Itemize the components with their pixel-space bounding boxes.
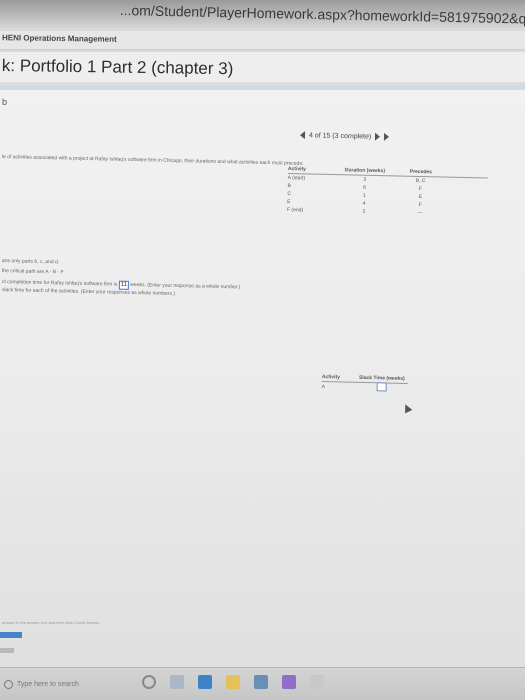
task-view-icon[interactable] xyxy=(170,675,184,689)
activity-cell: C xyxy=(287,190,292,198)
precedes-cell: F xyxy=(418,185,423,193)
header-activity: Activity xyxy=(321,373,341,380)
screen: ...om/Student/PlayerHomework.aspx?homewo… xyxy=(0,0,525,700)
header-precedes: Precedes xyxy=(409,168,433,176)
store-icon[interactable] xyxy=(254,675,268,689)
url-text[interactable]: ...om/Student/PlayerHomework.aspx?homewo… xyxy=(120,2,525,28)
question-dropdown-icon[interactable] xyxy=(375,132,381,141)
course-name: HENI Operations Management xyxy=(1,33,117,44)
question-counter: 4 of 15 (3 complete) xyxy=(308,131,372,141)
search-icon xyxy=(4,679,13,689)
precedes-cell: E xyxy=(418,193,423,201)
taskbar-icons xyxy=(142,675,324,689)
app-icon[interactable] xyxy=(282,675,296,689)
activity-cell: E xyxy=(287,198,291,206)
help-me-solve-button[interactable] xyxy=(0,632,22,638)
activity-cell: B xyxy=(287,182,291,190)
browser-address-bar[interactable]: ...om/Student/PlayerHomework.aspx?homewo… xyxy=(0,0,525,28)
header-duration: Duration (weeks) xyxy=(344,167,386,175)
duration-cell: 2 xyxy=(362,208,366,215)
completion-text-pre: ct completion time for Rafay Ishfaq's so… xyxy=(1,278,118,288)
completion-text-post: weeks. (Enter your response as a whole n… xyxy=(130,281,241,291)
clear-all-button[interactable] xyxy=(0,648,14,653)
activity-cell: A (start) xyxy=(287,174,306,182)
page-title-bar: k: Portfolio 1 Part 2 (chapter 3) xyxy=(0,52,525,82)
precedes-cell: F xyxy=(418,201,422,209)
taskbar-search[interactable]: Type here to search xyxy=(0,676,120,692)
header-slack-time: Slack Time (weeks) xyxy=(358,374,405,382)
file-explorer-icon[interactable] xyxy=(226,675,240,689)
activity-cell: F (end) xyxy=(286,206,304,214)
table-row: A xyxy=(322,382,408,393)
previous-question-icon[interactable] xyxy=(299,131,306,140)
page-title: k: Portfolio 1 Part 2 (chapter 3) xyxy=(1,56,234,79)
slack-table: Activity Slack Time (weeks) A xyxy=(322,372,408,393)
edge-icon[interactable] xyxy=(198,675,212,689)
slack-cell xyxy=(356,382,408,394)
completion-time-answer-box[interactable]: 11 xyxy=(118,280,130,290)
activity-table: Activity Duration (weeks) Precedes A (st… xyxy=(287,165,488,219)
activity-cell: A xyxy=(321,383,326,390)
answer-instruction: answer in the answer box and then click … xyxy=(2,620,101,625)
precedes-cell: — xyxy=(417,209,423,217)
slack-answer-input[interactable] xyxy=(376,382,387,392)
app-icon[interactable] xyxy=(310,675,324,689)
parts-instruction: ans only parts b, c, and d. xyxy=(1,258,60,266)
next-question-icon[interactable] xyxy=(384,132,390,141)
cortana-icon[interactable] xyxy=(142,675,156,689)
header-activity: Activity xyxy=(287,165,307,173)
precedes-cell: B, C xyxy=(415,177,426,185)
question-prefix: b xyxy=(2,97,8,107)
taskbar-search-placeholder: Type here to search xyxy=(17,680,79,688)
course-header: HENI Operations Management xyxy=(0,31,525,50)
windows-taskbar: Type here to search xyxy=(0,667,525,700)
